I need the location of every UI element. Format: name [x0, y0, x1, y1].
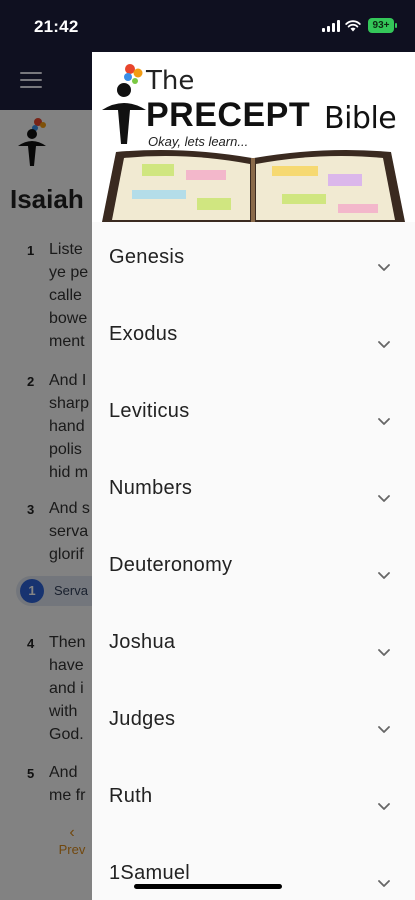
book-label: Genesis: [109, 246, 185, 268]
chevron-down-icon[interactable]: [378, 803, 390, 811]
chevron-down-icon[interactable]: [378, 495, 390, 503]
book-label: Deuteronomy: [109, 554, 233, 576]
chevron-down-icon[interactable]: [378, 264, 390, 272]
book-item[interactable]: Genesis: [92, 222, 415, 299]
navigation-drawer: The PRECEPT Bible Okay, lets learn... Ge…: [92, 52, 415, 900]
chevron-down-icon[interactable]: [378, 726, 390, 734]
brand-bible: Bible: [324, 101, 397, 136]
drawer-header: The PRECEPT Bible Okay, lets learn...: [92, 52, 415, 222]
brand-the: The: [146, 66, 195, 96]
battery-indicator: 93+: [368, 18, 397, 33]
status-time: 21:42: [34, 17, 79, 36]
book-item[interactable]: Judges: [92, 684, 415, 761]
book-item[interactable]: Exodus: [92, 299, 415, 376]
brand-tagline: Okay, lets learn...: [148, 134, 249, 149]
precept-logo-icon: [102, 64, 146, 144]
chevron-down-icon[interactable]: [378, 572, 390, 580]
book-item[interactable]: Leviticus: [92, 376, 415, 453]
book-label: Exodus: [109, 323, 178, 345]
open-bible-image: [102, 150, 405, 222]
book-item[interactable]: 1Samuel: [92, 838, 415, 900]
book-item[interactable]: Numbers: [92, 453, 415, 530]
brand-precept: PRECEPT: [146, 96, 311, 134]
book-list: Genesis Exodus Leviticus Numbers Deuteronomy…: [92, 222, 415, 900]
cellular-signal-icon: [322, 20, 340, 32]
book-label: Judges: [109, 708, 176, 730]
chevron-down-icon[interactable]: [378, 418, 390, 426]
book-label: 1Samuel: [109, 862, 191, 884]
wifi-icon: [345, 20, 361, 32]
book-label: Joshua: [109, 631, 176, 653]
chevron-down-icon[interactable]: [378, 341, 390, 349]
book-label: Ruth: [109, 785, 153, 807]
book-label: Leviticus: [109, 400, 190, 422]
book-item[interactable]: Ruth: [92, 761, 415, 838]
home-indicator[interactable]: [134, 884, 282, 889]
chevron-down-icon[interactable]: [378, 880, 390, 888]
book-item[interactable]: Deuteronomy: [92, 530, 415, 607]
book-label: Numbers: [109, 477, 193, 499]
chevron-down-icon[interactable]: [378, 649, 390, 657]
book-item[interactable]: Joshua: [92, 607, 415, 684]
